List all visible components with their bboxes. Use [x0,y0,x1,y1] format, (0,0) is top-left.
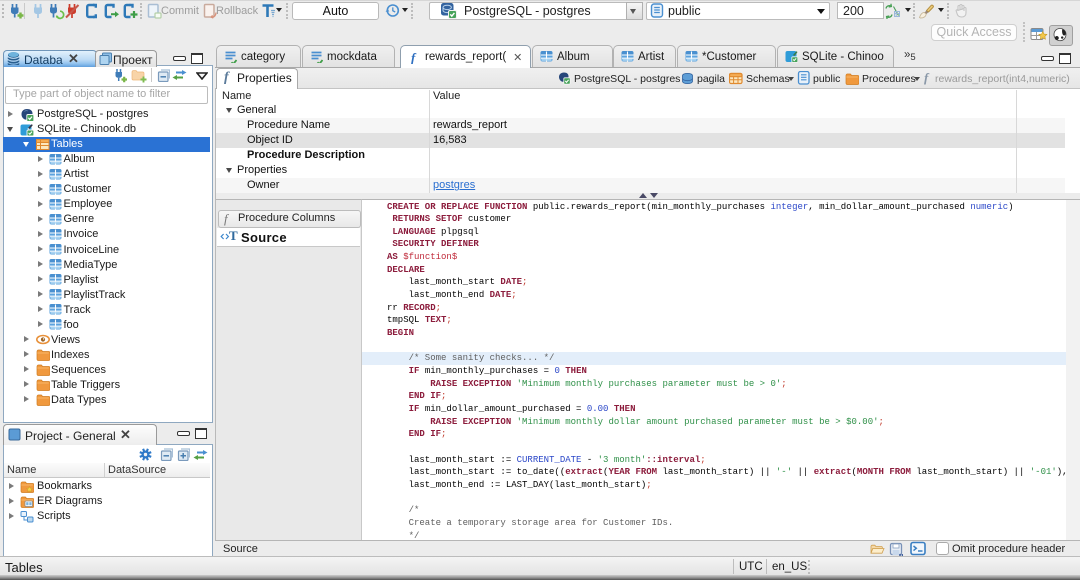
svg-text:f: f [411,51,417,64]
